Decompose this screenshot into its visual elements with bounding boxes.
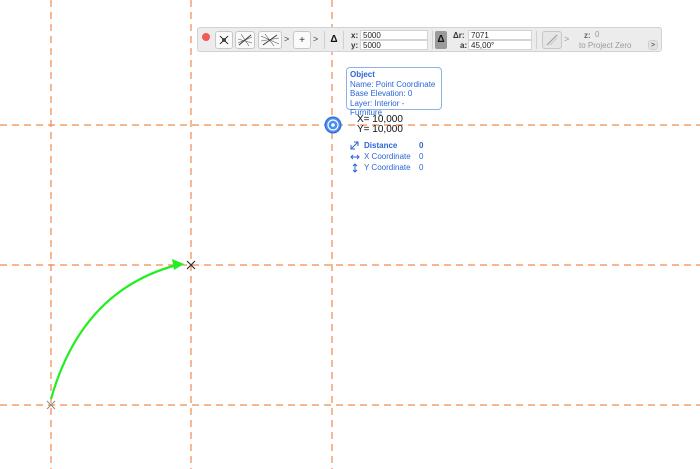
- object-tooltip-title: Object: [350, 70, 375, 79]
- angle-label: a:: [460, 41, 468, 50]
- move-arrow: [49, 259, 184, 400]
- construction-snap-button[interactable]: [258, 31, 282, 49]
- relative-coordinates-toggle[interactable]: Δ: [328, 31, 340, 49]
- point-coordinate-snap-icon[interactable]: [324, 116, 342, 134]
- distance-label: Distance: [364, 141, 398, 150]
- delta-r-label: Δr:: [453, 31, 465, 40]
- arrow-head: [172, 259, 184, 270]
- object-name: Name: Point Coordinate: [350, 79, 436, 89]
- divider: [343, 31, 344, 49]
- y-coordinate-label: Y Coordinate: [364, 163, 411, 172]
- construction-snap-chevron-icon[interactable]: >: [284, 34, 289, 44]
- elevation-reference-icon: [546, 34, 558, 46]
- add-point-chevron-icon[interactable]: >: [313, 34, 318, 44]
- object-info-tooltip: Object Name: Point Coordinate Base Eleva…: [346, 67, 442, 117]
- distance-value[interactable]: 0: [419, 141, 423, 150]
- x-coordinate-delta-value[interactable]: 0: [419, 152, 423, 161]
- x-coordinate-field[interactable]: 5000: [360, 30, 428, 40]
- project-zero-reference[interactable]: to Project Zero: [579, 41, 631, 50]
- y-coordinate-field[interactable]: 5000: [360, 40, 428, 50]
- z-coordinate-value[interactable]: 0: [595, 30, 599, 39]
- angle-field[interactable]: 45,00°: [468, 40, 532, 50]
- divider: [324, 31, 325, 49]
- z-label: z:: [584, 31, 591, 40]
- y-coordinate-delta-value[interactable]: 0: [419, 163, 423, 172]
- object-base-elevation: Base Elevation: 0: [350, 89, 413, 98]
- add-point-button[interactable]: +: [293, 31, 311, 49]
- chevron-right-icon: >: [650, 41, 656, 49]
- polar-relative-toggle[interactable]: Δ: [435, 31, 447, 49]
- divider: [536, 31, 537, 49]
- coordinate-palette: > + > Δ x: 5000 y: 5000 Δ Δr: 7071 a: 45…: [197, 27, 662, 52]
- grid-snap-icon: [237, 33, 253, 47]
- diagonal-arrow-icon: [350, 141, 359, 150]
- elevation-reference-button[interactable]: [542, 31, 562, 49]
- project-zero-dropdown[interactable]: >: [648, 40, 658, 50]
- plus-icon: +: [299, 34, 305, 46]
- grid-snap-button[interactable]: [235, 31, 255, 49]
- y-coordinate-readout: Y= 10,000: [357, 124, 403, 135]
- construction-snap-icon: [260, 33, 280, 47]
- x-label: x:: [351, 31, 359, 40]
- y-label: y:: [351, 41, 359, 50]
- x-coordinate-label: X Coordinate: [364, 152, 411, 161]
- elevation-reference-chevron-icon[interactable]: >: [564, 34, 569, 44]
- close-icon[interactable]: [202, 33, 210, 41]
- horizontal-arrow-icon: [350, 154, 360, 160]
- snap-mode-button[interactable]: [215, 31, 233, 49]
- snap-cross-icon: [219, 35, 229, 45]
- vertical-arrow-icon: [352, 163, 358, 173]
- distance-field[interactable]: 7071: [468, 30, 532, 40]
- arrow-curve: [49, 263, 178, 400]
- divider: [432, 31, 433, 49]
